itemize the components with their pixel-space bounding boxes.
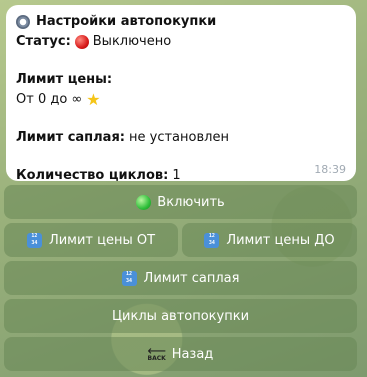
cycles-button-label: Циклы автопокупки [111, 308, 250, 324]
supply-limit-label: Лимит саплая [143, 270, 240, 286]
cycles-row: Количество циклов: 1 [16, 166, 346, 186]
cycles-value: 1 [172, 168, 181, 183]
gear-icon [16, 15, 30, 29]
price-limit-label: Лимит цены: [16, 72, 113, 87]
price-limit-value-row: От 0 до ∞ ★ [16, 90, 346, 110]
status-row: Статус: Выключено [16, 32, 346, 52]
price-limit-label-row: Лимит цены: [16, 70, 346, 90]
red-circle-icon [74, 35, 89, 49]
cycles-button[interactable]: Циклы автопокупки [4, 299, 357, 333]
enable-button[interactable]: Включить [4, 185, 357, 219]
price-to-label: Лимит цены ДО [226, 232, 335, 248]
price-from-label: Лимит цены ОТ [48, 232, 156, 248]
message-title-row: Настройки автопокупки [16, 12, 346, 32]
back-arrow-icon: ⟵ BACK [147, 343, 167, 362]
message-time: 18:39 [314, 163, 346, 176]
status-label: Статус: [16, 34, 71, 49]
input-numbers-icon: 12 34 [121, 270, 137, 286]
spread-limit-value: не установлен [129, 130, 229, 145]
spread-limit-label: Лимит саплая: [16, 130, 126, 145]
spread-limit-row: Лимит саплая: не установлен [16, 128, 346, 148]
message-title: Настройки автопокупки [36, 14, 217, 29]
message-bubble: Настройки автопокупки Статус: Выключено … [6, 5, 356, 183]
input-numbers-icon: 12 34 [26, 232, 42, 248]
green-circle-icon [136, 194, 152, 210]
price-from-button[interactable]: 12 34 Лимит цены ОТ [4, 223, 178, 257]
star-icon: ★ [86, 90, 101, 109]
back-button-label: Назад [171, 346, 214, 362]
price-to-button[interactable]: 12 34 Лимит цены ДО [182, 223, 357, 257]
price-limit-value: От 0 до ∞ [16, 92, 83, 107]
input-numbers-icon: 12 34 [204, 232, 220, 248]
cycles-label: Количество циклов: [16, 168, 169, 183]
enable-button-label: Включить [157, 194, 225, 210]
supply-limit-button[interactable]: 12 34 Лимит саплая [4, 261, 357, 295]
status-value: Выключено [92, 34, 172, 49]
back-button[interactable]: ⟵ BACK Назад [4, 337, 357, 371]
